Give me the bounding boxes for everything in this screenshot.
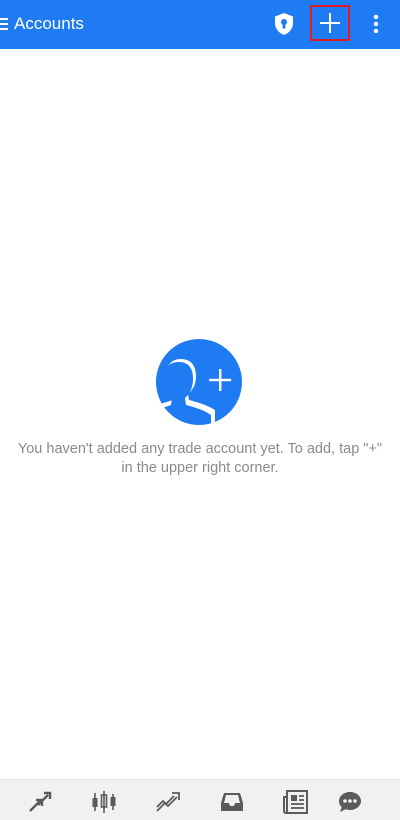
nav-news[interactable] (282, 788, 310, 816)
trade-trend-icon (156, 792, 180, 812)
empty-state-message: You haven't added any trade account yet.… (0, 440, 400, 478)
chat-bubble-icon (339, 792, 361, 812)
empty-message-line-1: You haven't added any trade account yet.… (17, 441, 383, 457)
more-options-button[interactable] (366, 12, 386, 36)
inbox-tray-icon (221, 793, 243, 811)
plus-icon (320, 13, 340, 33)
app-bar: Accounts (0, 0, 400, 49)
add-user-illustration (155, 338, 243, 426)
nav-trade[interactable] (154, 788, 182, 816)
shield-lock-icon (275, 13, 293, 35)
nav-messages[interactable] (336, 788, 364, 816)
hamburger-menu-icon (0, 18, 8, 30)
nav-chart[interactable] (90, 788, 118, 816)
menu-button[interactable] (0, 14, 10, 34)
security-button[interactable] (272, 11, 296, 37)
newspaper-icon (283, 790, 308, 814)
page-title: Accounts (14, 14, 84, 33)
candlestick-chart-icon (92, 791, 116, 813)
nav-quotes[interactable] (26, 788, 54, 816)
add-user-icon (156, 339, 242, 425)
add-account-button[interactable] (310, 5, 350, 41)
accounts-screen: Accounts You haven't added any trade acc… (0, 0, 400, 820)
empty-message-line-2: in the upper right corner. (121, 460, 279, 476)
bottom-navigation (0, 779, 400, 820)
quotes-arrows-icon (29, 791, 52, 812)
more-vertical-icon (373, 14, 379, 34)
nav-history[interactable] (218, 788, 246, 816)
